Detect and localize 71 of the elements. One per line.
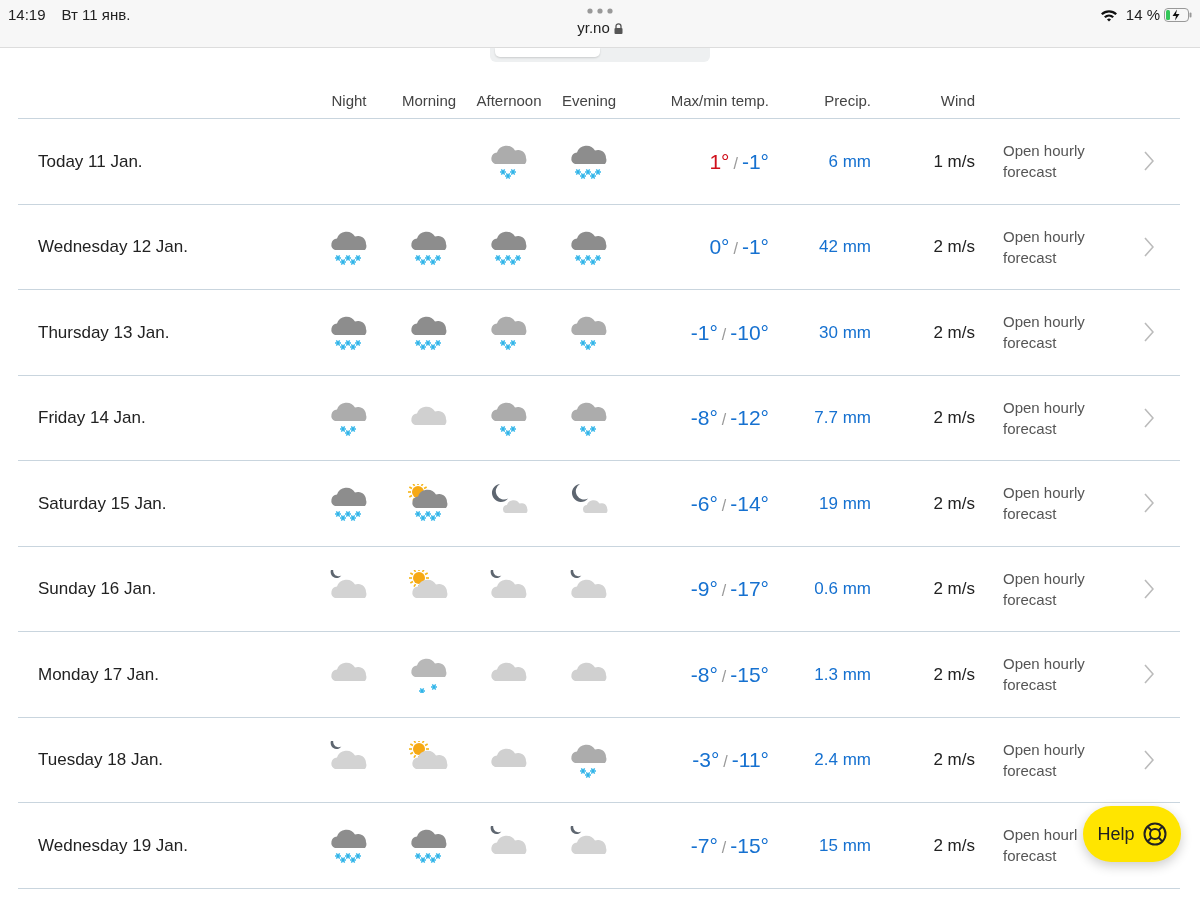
temperature-range: -1° / -10° [689,319,769,346]
precipitation: 2.4 mm [813,749,871,771]
chevron-right-icon[interactable] [1144,407,1154,428]
precipitation: 42 mm [818,236,871,258]
chevron-right-icon[interactable] [1144,664,1154,685]
battery-percent: 14 % [1125,5,1160,25]
day-label: Tuesday 18 Jan. [37,749,165,771]
chevron-right-icon[interactable] [1144,749,1154,770]
chevron-right-icon[interactable] [1144,236,1154,257]
hourly-forecast-link[interactable]: Open hourly forecast [1003,567,1085,610]
wind-speed: 2 m/s [932,834,975,857]
column-header: Max/min temp. [669,90,769,111]
precipitation: 15 mm [818,834,871,857]
precipitation: 19 mm [818,492,871,515]
hourly-forecast-link[interactable]: Open hourly forecast [1003,396,1085,439]
precipitation: 30 mm [818,321,871,344]
day-label: Monday 17 Jan. [37,663,160,686]
url-text[interactable]: yr.no [577,17,610,40]
status-date: Вт 11 янв. [61,5,131,25]
day-label: Friday 14 Jan. [37,407,147,429]
column-header: Precip. [823,90,871,111]
day-label: Wednesday 19 Jan. [37,834,189,857]
precipitation: 6 mm [827,150,871,173]
temperature-range: -8° / -15° [689,661,769,688]
hourly-forecast-link[interactable]: Open hourly forecast [1003,482,1085,525]
precipitation: 1.3 mm [813,663,871,686]
wind-speed: 2 m/s [932,407,975,429]
hourly-forecast-link[interactable]: Open hourly forecast [1003,311,1085,354]
chevron-right-icon[interactable] [1144,151,1154,172]
precipitation: 0.6 mm [813,578,871,600]
wind-speed: 2 m/s [932,236,975,258]
temperature-range: -6° / -14° [689,490,769,517]
day-label: Wednesday 12 Jan. [37,236,189,258]
help-button[interactable]: Help [1083,806,1181,862]
temperature-range: -3° / -11° [691,747,769,773]
wifi-icon [1099,8,1118,22]
chevron-right-icon[interactable] [1144,578,1154,599]
more-icon[interactable] [587,8,613,14]
wind-speed: 2 m/s [932,578,975,600]
column-header: Afternoon [475,90,543,111]
column-header: Wind [939,90,975,111]
lifebuoy-icon [1142,822,1167,846]
precipitation: 7.7 mm [813,407,871,429]
status-time: 14:19 [8,5,46,25]
hourly-forecast-link[interactable]: Open hourl forecast [1003,824,1078,867]
day-label: Today 11 Jan. [37,150,144,173]
column-header: Morning [400,90,458,111]
chevron-right-icon[interactable] [1144,493,1154,514]
battery-charging-icon [1164,8,1192,23]
temperature-range: 0° / -1° [708,234,769,260]
hourly-forecast-link[interactable]: Open hourly forecast [1003,653,1085,696]
chevron-right-icon[interactable] [1144,322,1154,343]
day-label: Sunday 16 Jan. [37,578,158,600]
temperature-range: -7° / -15° [689,832,769,859]
wind-speed: 2 m/s [932,492,975,515]
wind-speed: 2 m/s [932,749,975,771]
temperature-range: -9° / -17° [689,576,769,602]
lock-icon [613,22,623,34]
temperature-range: -8° / -12° [689,405,769,431]
day-label: Saturday 15 Jan. [37,492,168,515]
column-header: Night [330,90,368,111]
wind-speed: 2 m/s [932,663,975,686]
hourly-forecast-link[interactable]: Open hourly forecast [1003,738,1085,781]
hourly-forecast-link[interactable]: Open hourly forecast [1003,140,1085,183]
wind-speed: 1 m/s [932,150,975,173]
wind-speed: 2 m/s [932,321,975,344]
column-header: Evening [560,90,618,111]
sun-cloud-snow-icon [408,484,450,523]
day-label: Thursday 13 Jan. [37,321,171,344]
temperature-range: 1° / -1° [708,148,769,175]
hourly-forecast-link[interactable]: Open hourly forecast [1003,225,1085,268]
